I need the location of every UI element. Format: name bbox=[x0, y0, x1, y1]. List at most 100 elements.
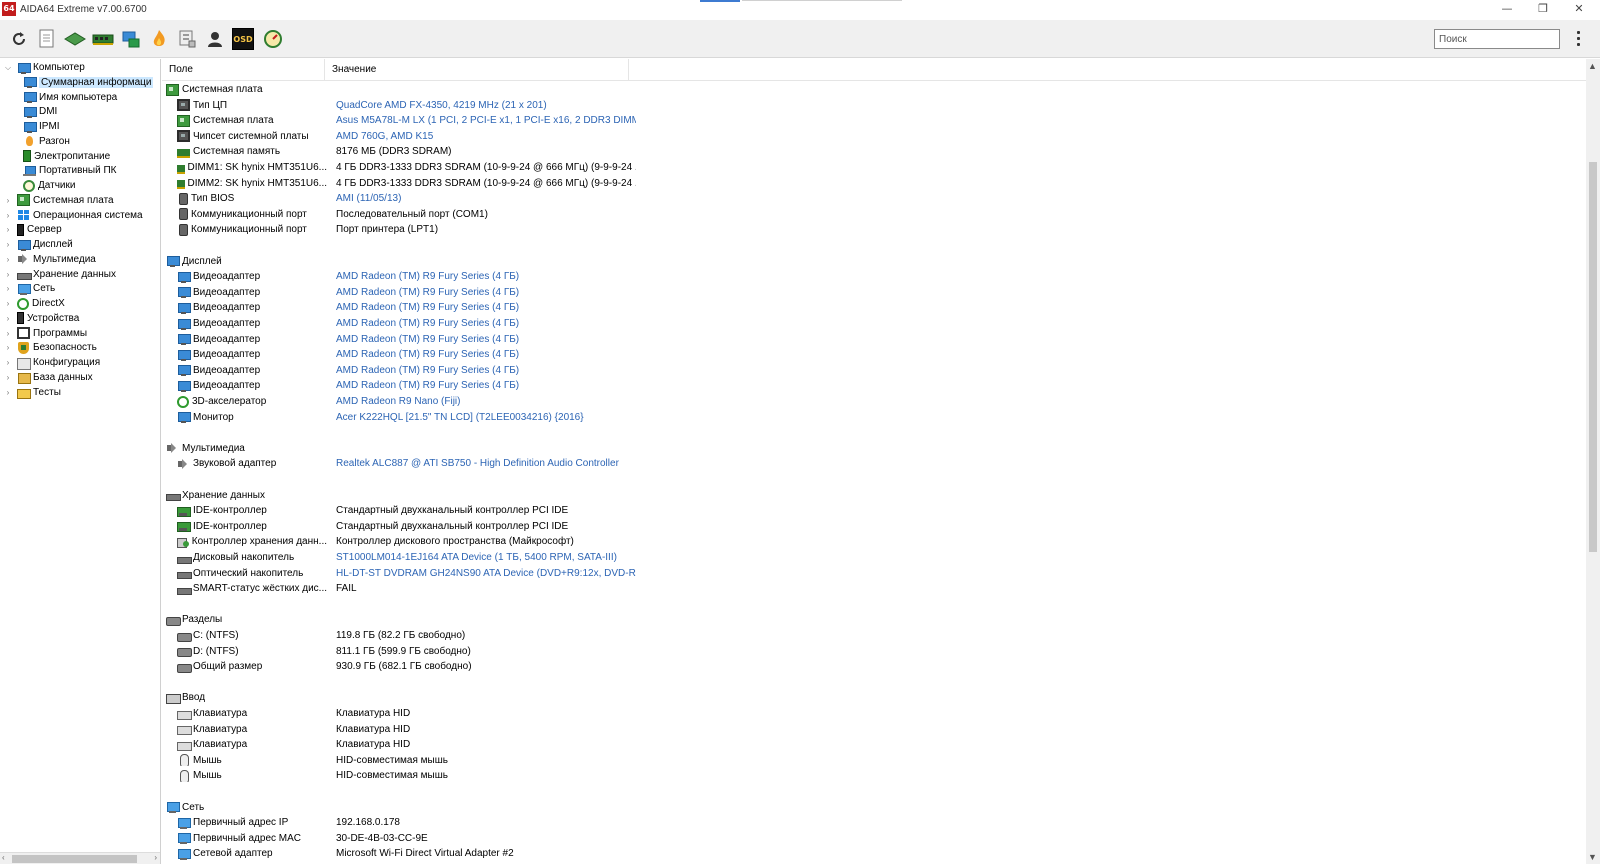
scroll-thumb[interactable] bbox=[12, 855, 137, 863]
scroll-right-arrow-icon[interactable]: › bbox=[154, 853, 157, 862]
table-row[interactable]: Контроллер хранения данн... Контроллер ди… bbox=[162, 534, 962, 549]
network-audit-icon[interactable] bbox=[120, 28, 142, 50]
value-link[interactable]: AMI (11/05/13) bbox=[336, 193, 636, 204]
chevron-right-icon[interactable]: › bbox=[3, 195, 13, 205]
tree-item[interactable]: Суммарная информаци bbox=[19, 75, 154, 90]
value-link[interactable]: AMD 760G, AMD K15 bbox=[336, 131, 636, 142]
tree-item[interactable]: Датчики bbox=[19, 178, 75, 193]
osd-icon[interactable]: OSD bbox=[232, 28, 254, 50]
table-row[interactable]: C: (NTFS) 119.8 ГБ (82.2 ГБ свободно) bbox=[162, 628, 962, 643]
table-row[interactable]: Чипсет системной платы AMD 760G, AMD K15 bbox=[162, 129, 962, 144]
report-icon[interactable] bbox=[36, 28, 58, 50]
tree-item[interactable]: › Безопасность bbox=[3, 340, 97, 355]
value-link[interactable]: Realtek ALC887 @ ATI SB750 - High Defini… bbox=[336, 458, 636, 469]
table-row[interactable]: 3D-акселератор AMD Radeon R9 Nano (Fiji) bbox=[162, 394, 962, 409]
table-row[interactable]: Видеоадаптер AMD Radeon (TM) R9 Fury Seri… bbox=[162, 316, 962, 331]
table-row[interactable]: Видеоадаптер AMD Radeon (TM) R9 Fury Seri… bbox=[162, 347, 962, 362]
tree-horizontal-scrollbar[interactable]: ‹ › bbox=[0, 852, 160, 864]
table-row[interactable]: Сетевой адаптер Microsoft Wi-Fi Direct Vi… bbox=[162, 846, 962, 861]
tree-item[interactable]: › Дисплей bbox=[3, 237, 73, 252]
chevron-right-icon[interactable]: › bbox=[3, 225, 13, 235]
scroll-up-arrow-icon[interactable]: ▲ bbox=[1588, 61, 1597, 71]
table-row[interactable]: Системная память 8176 МБ (DDR3 SDRAM) bbox=[162, 144, 962, 159]
tree-item[interactable]: › Мультимедиа bbox=[3, 252, 96, 267]
tree-item[interactable]: Имя компьютера bbox=[19, 90, 117, 105]
tree-item[interactable]: › Устройства bbox=[3, 311, 79, 326]
search-input[interactable] bbox=[1434, 29, 1560, 49]
table-row[interactable]: Первичный адрес MAC 30-DE-4B-03-CC-9E bbox=[162, 831, 962, 846]
value-link[interactable]: HL-DT-ST DVDRAM GH24NS90 ATA Device (DVD… bbox=[336, 568, 636, 579]
restore-button[interactable]: ❐ bbox=[1528, 1, 1558, 17]
flame-icon[interactable] bbox=[148, 28, 170, 50]
scroll-down-arrow-icon[interactable]: ▼ bbox=[1588, 852, 1597, 862]
scroll-left-arrow-icon[interactable]: ‹ bbox=[2, 853, 5, 862]
table-row[interactable]: Клавиатура Клавиатура HID bbox=[162, 737, 962, 752]
chevron-right-icon[interactable]: › bbox=[3, 387, 13, 397]
chevron-right-icon[interactable]: › bbox=[3, 210, 13, 220]
table-row[interactable]: Коммуникационный порт Последовательный по… bbox=[162, 207, 962, 222]
tree-item[interactable]: › Сеть bbox=[3, 281, 55, 296]
tree-item[interactable]: › Операционная система bbox=[3, 208, 143, 223]
tree-item[interactable]: › Программы bbox=[3, 326, 87, 341]
tree-item[interactable]: Электропитание bbox=[19, 149, 110, 164]
table-row[interactable]: D: (NTFS) 811.1 ГБ (599.9 ГБ свободно) bbox=[162, 644, 962, 659]
table-row[interactable]: IDE-контроллер Стандартный двухканальный … bbox=[162, 503, 962, 518]
table-row[interactable]: Клавиатура Клавиатура HID bbox=[162, 722, 962, 737]
tree-item[interactable]: › Сервер bbox=[3, 222, 62, 237]
user-icon[interactable] bbox=[204, 28, 226, 50]
tree-item[interactable]: Разгон bbox=[19, 134, 70, 149]
column-value[interactable]: Значение bbox=[325, 59, 629, 81]
value-link[interactable]: AMD Radeon (TM) R9 Fury Series (4 ГБ) bbox=[336, 349, 636, 360]
chevron-right-icon[interactable]: › bbox=[3, 284, 13, 294]
menu-icon[interactable] bbox=[1572, 28, 1584, 50]
table-row[interactable]: Общий размер 930.9 ГБ (682.1 ГБ свободно) bbox=[162, 659, 962, 674]
tree-item[interactable]: DMI bbox=[19, 104, 57, 119]
vertical-scrollbar[interactable]: ▲ ▼ bbox=[1586, 59, 1600, 864]
value-link[interactable]: Asus M5A78L-M LX (1 PCI, 2 PCI-E x1, 1 P… bbox=[336, 115, 636, 126]
chevron-down-icon[interactable]: ⌵ bbox=[3, 63, 13, 73]
value-link[interactable]: AMD Radeon (TM) R9 Fury Series (4 ГБ) bbox=[336, 380, 636, 391]
network-icon[interactable] bbox=[176, 28, 198, 50]
refresh-icon[interactable] bbox=[8, 28, 30, 50]
tree-item[interactable]: Портативный ПК bbox=[19, 163, 116, 178]
minimize-button[interactable]: — bbox=[1492, 1, 1522, 17]
table-row[interactable]: Мышь HID-совместимая мышь bbox=[162, 768, 962, 783]
table-row[interactable]: DIMM1: SK hynix HMT351U6... 4 ГБ DDR3-133… bbox=[162, 160, 962, 175]
table-row[interactable]: Видеоадаптер AMD Radeon (TM) R9 Fury Seri… bbox=[162, 300, 962, 315]
table-row[interactable]: Коммуникационный порт Порт принтера (LPT1… bbox=[162, 222, 962, 237]
benchmark-icon[interactable] bbox=[262, 28, 284, 50]
table-row[interactable]: Оптический накопитель HL-DT-ST DVDRAM GH2… bbox=[162, 566, 962, 581]
value-link[interactable]: AMD Radeon (TM) R9 Fury Series (4 ГБ) bbox=[336, 334, 636, 345]
chevron-right-icon[interactable]: › bbox=[3, 254, 13, 264]
chevron-right-icon[interactable]: › bbox=[3, 328, 13, 338]
chevron-right-icon[interactable]: › bbox=[3, 299, 13, 309]
memory-icon[interactable] bbox=[92, 28, 114, 50]
tree-item[interactable]: ⌵ Компьютер bbox=[3, 60, 85, 75]
chevron-right-icon[interactable]: › bbox=[3, 269, 13, 279]
value-link[interactable]: AMD Radeon (TM) R9 Fury Series (4 ГБ) bbox=[336, 318, 636, 329]
tree-item[interactable]: IPMI bbox=[19, 119, 60, 134]
value-link[interactable]: AMD Radeon R9 Nano (Fiji) bbox=[336, 396, 636, 407]
table-row[interactable]: Дисковый накопитель ST1000LM014-1EJ164 AT… bbox=[162, 550, 962, 565]
tree-item[interactable]: › База данных bbox=[3, 370, 93, 385]
table-row[interactable]: Видеоадаптер AMD Radeon (TM) R9 Fury Seri… bbox=[162, 332, 962, 347]
table-row[interactable]: Тип BIOS AMI (11/05/13) bbox=[162, 191, 962, 206]
table-row[interactable]: SMART-статус жёстких дис... FAIL bbox=[162, 581, 962, 596]
chevron-right-icon[interactable]: › bbox=[3, 240, 13, 250]
tree-item[interactable]: › Тесты bbox=[3, 385, 61, 400]
table-row[interactable]: Системная плата Asus M5A78L-M LX (1 PCI, … bbox=[162, 113, 962, 128]
value-link[interactable]: Acer K222HQL [21.5" TN LCD] (T2LEE003421… bbox=[336, 412, 636, 423]
tree-item[interactable]: › DirectX bbox=[3, 296, 65, 311]
scroll-thumb[interactable] bbox=[1589, 162, 1597, 552]
column-field[interactable]: Поле bbox=[162, 59, 325, 81]
table-row[interactable]: Первичный адрес IP 192.168.0.178 bbox=[162, 815, 962, 830]
table-row[interactable]: Видеоадаптер AMD Radeon (TM) R9 Fury Seri… bbox=[162, 285, 962, 300]
value-link[interactable]: AMD Radeon (TM) R9 Fury Series (4 ГБ) bbox=[336, 365, 636, 376]
table-row[interactable]: Видеоадаптер AMD Radeon (TM) R9 Fury Seri… bbox=[162, 363, 962, 378]
tree-item[interactable]: › Конфигурация bbox=[3, 355, 100, 370]
chevron-right-icon[interactable]: › bbox=[3, 313, 13, 323]
value-link[interactable]: AMD Radeon (TM) R9 Fury Series (4 ГБ) bbox=[336, 302, 636, 313]
tree-item[interactable]: › Системная плата bbox=[3, 193, 114, 208]
value-link[interactable]: QuadCore AMD FX-4350, 4219 MHz (21 x 201… bbox=[336, 100, 636, 111]
table-row[interactable]: Монитор Acer K222HQL [21.5" TN LCD] (T2LE… bbox=[162, 410, 962, 425]
